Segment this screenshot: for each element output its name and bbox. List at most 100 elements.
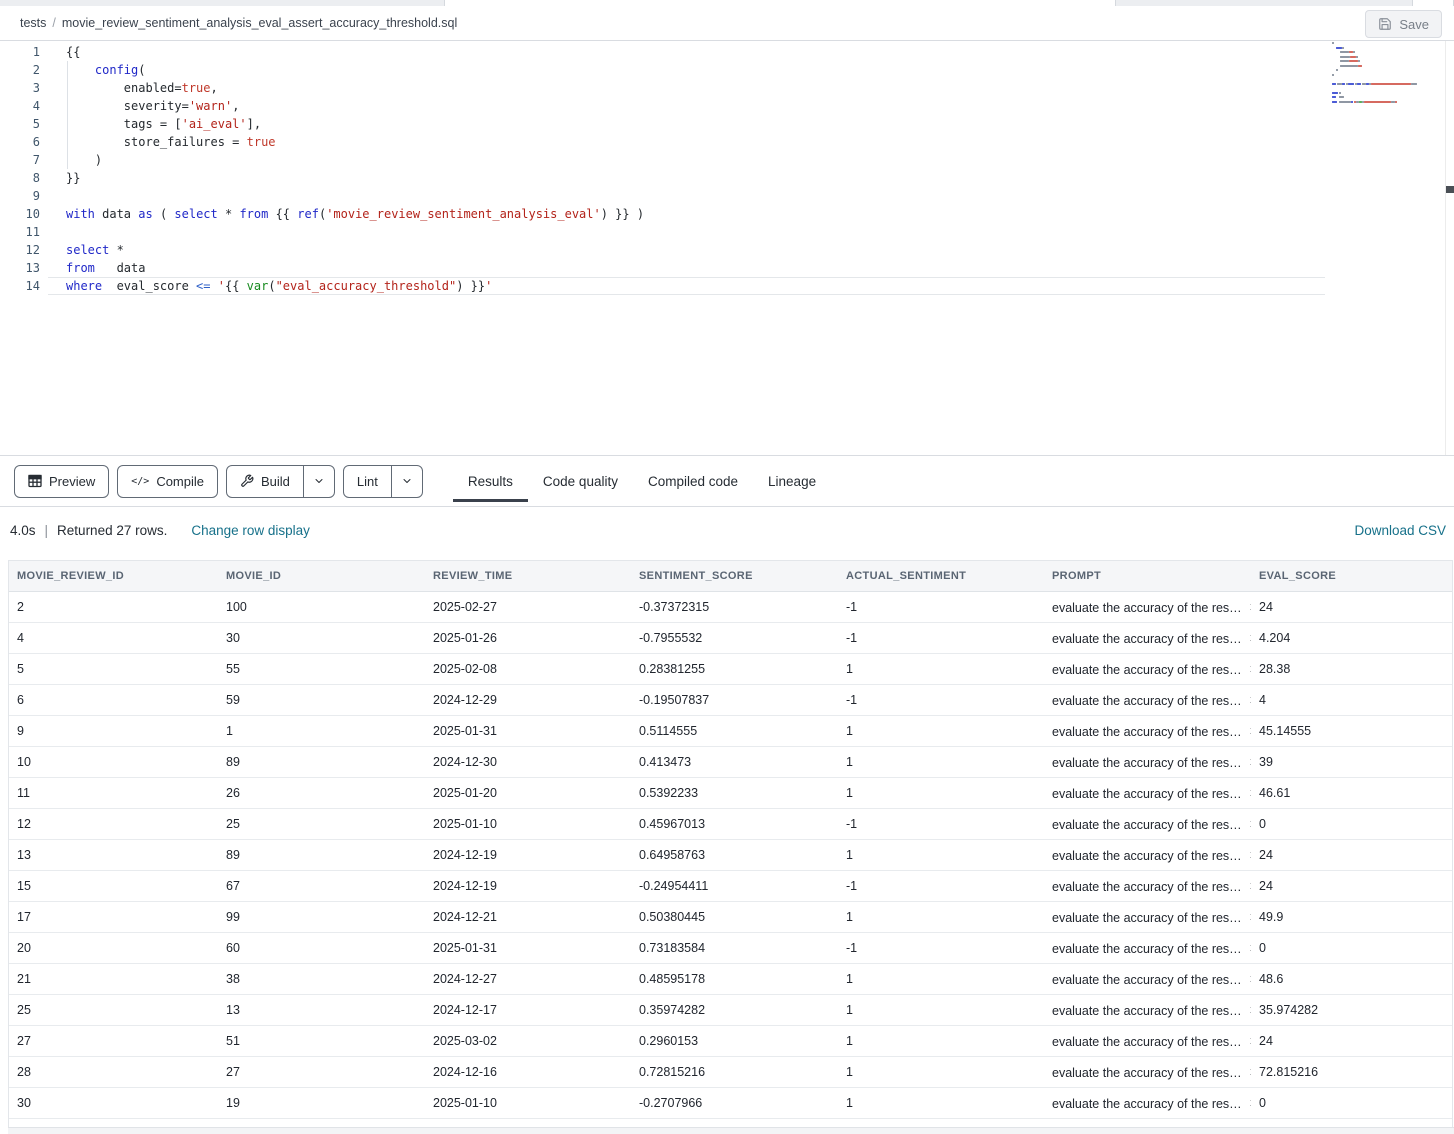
change-row-display-link[interactable]: Change row display — [191, 523, 310, 538]
results-table-body: 21002025-02-27-0.37372315-1evaluate the … — [9, 592, 1452, 1134]
expand-prompt-icon[interactable]: › — [1250, 908, 1251, 925]
query-status: 4.0s | Returned 27 rows. Change row disp… — [10, 507, 310, 553]
expand-prompt-icon[interactable]: › — [1250, 722, 1251, 739]
status-divider: | — [45, 523, 49, 538]
expand-prompt-icon[interactable]: › — [1250, 1032, 1251, 1049]
tab-compiled-code[interactable]: Compiled code — [633, 456, 753, 506]
table-row: 5552025-02-080.283812551evaluate the acc… — [9, 654, 1452, 685]
build-button[interactable]: Build — [226, 465, 304, 498]
table-cell: 25 — [9, 995, 218, 1026]
table-header-row: MOVIE_REVIEW_IDMOVIE_IDREVIEW_TIMESENTIM… — [9, 561, 1452, 592]
tab-lineage[interactable]: Lineage — [753, 456, 831, 506]
save-button[interactable]: Save — [1365, 10, 1442, 38]
table-cell: 2024-12-16 — [425, 1057, 631, 1088]
table-cell: 48.6 — [1251, 964, 1452, 995]
expand-prompt-icon[interactable]: › — [1250, 877, 1251, 894]
table-cell: 24 — [1251, 1026, 1452, 1057]
expand-prompt-icon[interactable]: › — [1250, 660, 1251, 677]
tab-code-quality[interactable]: Code quality — [528, 456, 633, 506]
table-cell: 0.72815216 — [631, 1057, 838, 1088]
table-cell: 2025-02-27 — [425, 592, 631, 623]
table-cell: 24 — [1251, 871, 1452, 902]
table-cell: -1 — [838, 871, 1044, 902]
lint-button[interactable]: Lint — [343, 465, 392, 498]
table-cell: 51 — [218, 1026, 425, 1057]
table-cell: 2 — [9, 592, 218, 623]
table-row: 21002025-02-27-0.37372315-1evaluate the … — [9, 592, 1452, 623]
editor-scrollbar[interactable] — [1445, 41, 1454, 455]
dbt-ide-window: tests / movie_review_sentiment_analysis_… — [0, 0, 1454, 1134]
prompt-text: evaluate the accuracy of the res… — [1052, 1035, 1242, 1049]
file-header-bar: tests / movie_review_sentiment_analysis_… — [0, 6, 1454, 41]
table-row: 27512025-03-020.29601531evaluate the acc… — [9, 1026, 1452, 1057]
build-dropdown-button[interactable] — [303, 465, 335, 498]
prompt-cell: evaluate the accuracy of the res… › — [1044, 685, 1251, 716]
table-cell: 28 — [9, 1057, 218, 1088]
tab-results[interactable]: Results — [453, 456, 528, 506]
table-cell: 1 — [838, 1057, 1044, 1088]
prompt-text: evaluate the accuracy of the res… — [1052, 756, 1242, 770]
table-cell: 0.28381255 — [631, 654, 838, 685]
table-row: 13892024-12-190.649587631evaluate the ac… — [9, 840, 1452, 871]
code-line: ) — [48, 151, 1325, 169]
code-line: where eval_score <= '{{ var("eval_accura… — [48, 277, 1325, 295]
prompt-cell: evaluate the accuracy of the res… › — [1044, 1026, 1251, 1057]
expand-prompt-icon[interactable]: › — [1250, 1063, 1251, 1080]
expand-prompt-icon[interactable]: › — [1250, 753, 1251, 770]
table-cell: 11 — [9, 778, 218, 809]
table-cell: 0 — [1251, 933, 1452, 964]
expand-prompt-icon[interactable]: › — [1250, 815, 1251, 832]
prompt-text: evaluate the accuracy of the res… — [1052, 1004, 1242, 1018]
horizontal-scrollbar[interactable] — [8, 1127, 1454, 1134]
compile-button[interactable]: </> Compile — [117, 465, 218, 498]
table-cell: 89 — [218, 840, 425, 871]
column-header: PROMPT — [1044, 561, 1251, 592]
breadcrumb-section[interactable]: tests — [20, 16, 46, 30]
editor-scrollbar-thumb[interactable] — [1446, 186, 1454, 193]
download-csv-link[interactable]: Download CSV — [1354, 523, 1446, 538]
table-cell: 12 — [9, 809, 218, 840]
prompt-cell: evaluate the accuracy of the res…› — [1044, 871, 1251, 902]
table-row: 21382024-12-270.485951781evaluate the ac… — [9, 964, 1452, 995]
table-cell: 59 — [218, 685, 425, 716]
table-cell: 13 — [9, 840, 218, 871]
lint-split-button: Lint — [343, 465, 423, 498]
lint-button-label: Lint — [357, 474, 378, 489]
expand-prompt-icon[interactable]: › — [1250, 784, 1251, 801]
table-cell: 27 — [218, 1057, 425, 1088]
table-cell: 2025-02-08 — [425, 654, 631, 685]
prompt-cell: evaluate the accuracy of the res…› — [1044, 654, 1251, 685]
prompt-text: evaluate the accuracy of the res… — [1052, 694, 1242, 708]
column-header: MOVIE_ID — [218, 561, 425, 592]
prompt-text: evaluate the accuracy of the res… — [1052, 1097, 1242, 1111]
table-cell: 6 — [9, 685, 218, 716]
expand-prompt-icon[interactable]: › — [1250, 629, 1251, 646]
code-line: with data as ( select * from {{ ref('mov… — [48, 205, 1325, 223]
expand-prompt-icon[interactable]: › — [1250, 1001, 1251, 1018]
table-cell: 0 — [1251, 809, 1452, 840]
code-line — [48, 223, 1325, 241]
preview-button[interactable]: Preview — [14, 465, 109, 498]
expand-prompt-icon[interactable]: › — [1250, 970, 1251, 987]
table-cell: 46.61 — [1251, 778, 1452, 809]
table-cell: 2025-01-26 — [425, 623, 631, 654]
expand-prompt-icon[interactable]: › — [1250, 846, 1251, 863]
table-cell: 0.5114555 — [631, 716, 838, 747]
table-cell: 0.35974282 — [631, 995, 838, 1026]
editor-minimap[interactable] — [1332, 42, 1444, 105]
editor-gutter: 1234567891011121314 — [0, 43, 40, 295]
prompt-cell: evaluate the accuracy of the res…› — [1044, 902, 1251, 933]
lint-dropdown-button[interactable] — [391, 465, 423, 498]
prompt-cell: evaluate the accuracy of the res…› — [1044, 1057, 1251, 1088]
code-line: tags = ['ai_eval'], — [48, 115, 1325, 133]
table-row: 4302025-01-26-0.7955532-1evaluate the ac… — [9, 623, 1452, 654]
expand-prompt-icon[interactable]: › — [1250, 939, 1251, 956]
prompt-text: evaluate the accuracy of the res… — [1052, 818, 1242, 832]
expand-prompt-icon[interactable]: › — [1250, 691, 1251, 708]
prompt-cell: evaluate the accuracy of the res… › — [1044, 1088, 1251, 1119]
expand-prompt-icon[interactable]: › — [1250, 598, 1251, 615]
table-cell: 5 — [9, 654, 218, 685]
table-cell: 39 — [1251, 747, 1452, 778]
expand-prompt-icon[interactable]: › — [1250, 1094, 1251, 1111]
code-editor[interactable]: 1234567891011121314 {{ config( enabled=t… — [0, 41, 1454, 455]
